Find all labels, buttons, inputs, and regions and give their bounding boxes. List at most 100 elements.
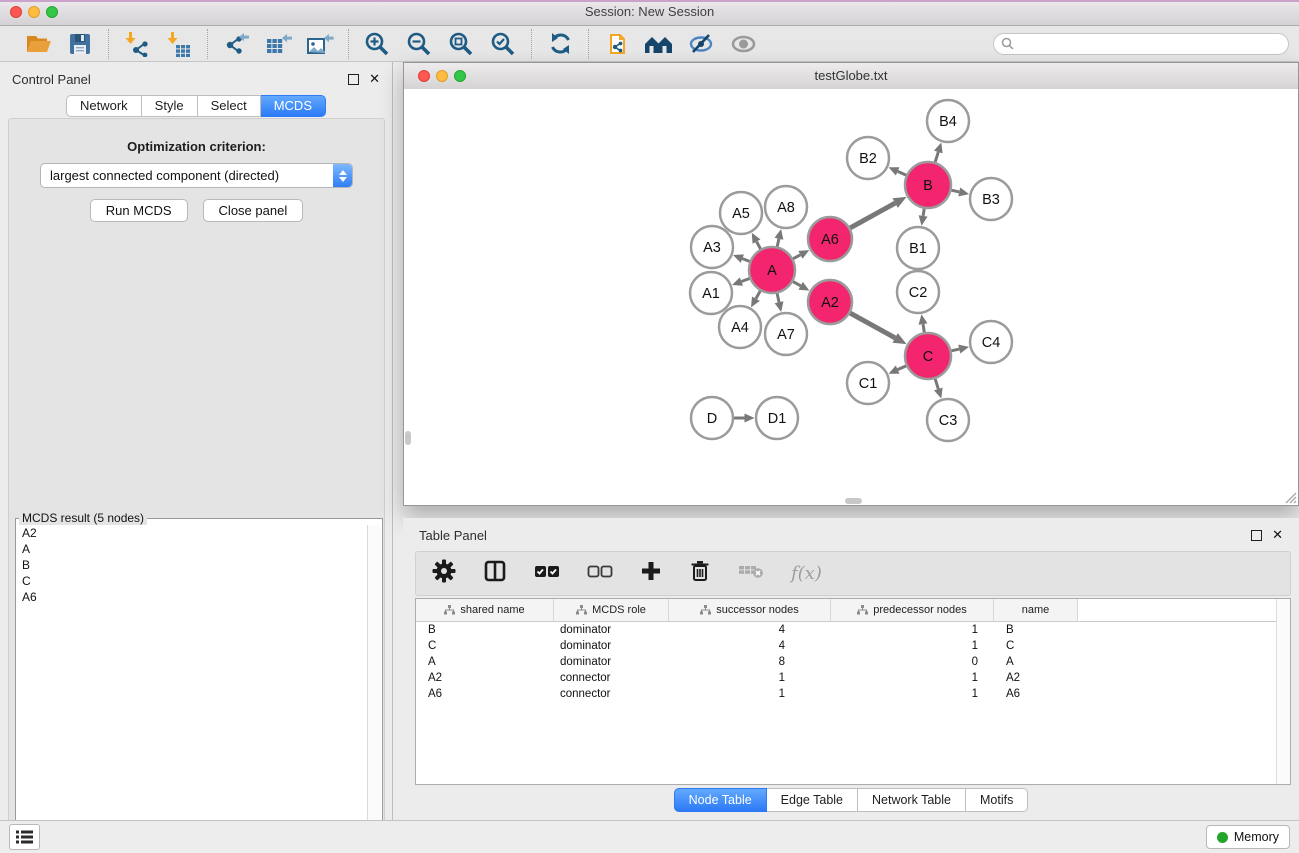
zoom-selected-icon[interactable]: [482, 29, 524, 59]
show-columns-icon[interactable]: [483, 559, 507, 588]
table-cell[interactable]: dominator: [554, 640, 669, 652]
graph-edge-A-A2[interactable]: [793, 282, 801, 286]
table-cell[interactable]: A: [994, 656, 1078, 668]
close-table-panel-icon[interactable]: ✕: [1272, 529, 1283, 541]
column-header-shared-name[interactable]: shared name: [416, 599, 554, 621]
column-header-MCDS-role[interactable]: MCDS role: [554, 599, 669, 621]
result-scrollbar[interactable]: [367, 525, 381, 848]
duplicate-network-icon[interactable]: [596, 29, 638, 59]
criterion-dropdown[interactable]: largest connected component (directed): [40, 163, 353, 188]
select-all-icon[interactable]: [534, 563, 560, 584]
graph-edge-C-C3[interactable]: [935, 379, 938, 389]
table-cell[interactable]: A2: [994, 672, 1078, 684]
tab-edge-table[interactable]: Edge Table: [767, 788, 858, 812]
save-session-icon[interactable]: [59, 29, 101, 59]
tab-motifs[interactable]: Motifs: [966, 788, 1028, 812]
table-cell[interactable]: 1: [831, 672, 994, 684]
table-cell[interactable]: C: [994, 640, 1078, 652]
column-header-successor-nodes[interactable]: successor nodes: [669, 599, 831, 621]
graph-edge-A-A7[interactable]: [777, 293, 779, 302]
tab-network-table[interactable]: Network Table: [858, 788, 966, 812]
table-cell[interactable]: 1: [669, 688, 831, 700]
mcds-result-list[interactable]: A2ABCA6: [17, 525, 368, 848]
table-cell[interactable]: A6: [994, 688, 1078, 700]
home-icon[interactable]: [638, 29, 680, 59]
tab-style[interactable]: Style: [142, 95, 198, 117]
zoom-out-icon[interactable]: [398, 29, 440, 59]
minimize-window-button[interactable]: [28, 6, 40, 18]
graph-edge-A-A6[interactable]: [793, 255, 800, 259]
network-close-button[interactable]: [418, 70, 430, 82]
graph-edge-A6-B[interactable]: [850, 203, 895, 228]
resize-grip-icon[interactable]: [1284, 491, 1297, 504]
delete-column-trash-icon[interactable]: [689, 559, 711, 588]
run-mcds-button[interactable]: Run MCDS: [90, 199, 188, 222]
open-session-icon[interactable]: [17, 29, 59, 59]
import-network-icon[interactable]: [116, 29, 158, 59]
add-column-icon[interactable]: [640, 560, 662, 587]
graph-edge-C-C2[interactable]: [923, 324, 924, 332]
table-cell[interactable]: connector: [554, 688, 669, 700]
graph-edge-A-A3[interactable]: [742, 259, 749, 262]
graph-edge-B-B4[interactable]: [935, 152, 938, 162]
zoom-fit-icon[interactable]: [440, 29, 482, 59]
table-cell[interactable]: 4: [669, 640, 831, 652]
table-cell[interactable]: 1: [831, 624, 994, 636]
export-network-icon[interactable]: [215, 29, 257, 59]
table-cell[interactable]: connector: [554, 672, 669, 684]
float-table-panel-icon[interactable]: [1251, 530, 1262, 541]
network-canvas[interactable]: B4B2BB3A5A8A6A3B1AA1C2A2A4A7CC4C1C3DD1: [404, 89, 1298, 505]
table-cell[interactable]: 1: [831, 688, 994, 700]
graph-edge-A-A5[interactable]: [757, 242, 761, 249]
export-image-icon[interactable]: [299, 29, 341, 59]
export-table-icon[interactable]: [257, 29, 299, 59]
import-table-icon[interactable]: [158, 29, 200, 59]
table-cell[interactable]: 4: [669, 624, 831, 636]
search-input[interactable]: [1018, 36, 1281, 52]
table-settings-gear-icon[interactable]: [432, 559, 456, 588]
table-row[interactable]: Adominator80A: [416, 654, 1290, 670]
graph-edge-A-A4[interactable]: [756, 291, 760, 299]
network-zoom-button[interactable]: [454, 70, 466, 82]
table-row[interactable]: A2connector11A2: [416, 670, 1290, 686]
close-panel-button[interactable]: Close panel: [203, 199, 304, 222]
show-eye-icon[interactable]: [722, 29, 764, 59]
tab-network[interactable]: Network: [66, 95, 142, 117]
float-panel-icon[interactable]: [348, 74, 359, 85]
column-header-predecessor-nodes[interactable]: predecessor nodes: [831, 599, 994, 621]
table-row[interactable]: Cdominator41C: [416, 638, 1290, 654]
table-cell[interactable]: B: [994, 624, 1078, 636]
table-cell[interactable]: B: [416, 624, 554, 636]
graph-edge-A-A1[interactable]: [741, 278, 749, 281]
graph-edge-B-B1[interactable]: [923, 209, 924, 216]
close-window-button[interactable]: [10, 6, 22, 18]
graph-edge-C-C1[interactable]: [898, 366, 906, 370]
zoom-in-icon[interactable]: [356, 29, 398, 59]
deselect-all-icon[interactable]: [587, 563, 613, 584]
table-cell[interactable]: A6: [416, 688, 554, 700]
table-scrollbar[interactable]: [1276, 599, 1290, 784]
table-cell[interactable]: 1: [831, 640, 994, 652]
table-cell[interactable]: A: [416, 656, 554, 668]
search-field[interactable]: [993, 33, 1289, 55]
graph-edge-A-A8[interactable]: [777, 239, 779, 247]
tab-select[interactable]: Select: [198, 95, 261, 117]
table-cell[interactable]: dominator: [554, 656, 669, 668]
refresh-layout-icon[interactable]: [539, 29, 581, 59]
close-panel-icon[interactable]: ✕: [369, 73, 380, 85]
table-cell[interactable]: C: [416, 640, 554, 652]
zoom-window-button[interactable]: [46, 6, 58, 18]
table-cell[interactable]: dominator: [554, 624, 669, 636]
hide-graphics-details-icon[interactable]: [680, 29, 722, 59]
table-row[interactable]: A6connector11A6: [416, 686, 1290, 702]
table-row[interactable]: Bdominator41B: [416, 622, 1290, 638]
memory-button[interactable]: Memory: [1206, 825, 1290, 849]
table-cell[interactable]: 0: [831, 656, 994, 668]
graph-edge-A2-C[interactable]: [850, 313, 895, 338]
table-cell[interactable]: 8: [669, 656, 831, 668]
vertical-scroll-thumb[interactable]: [405, 431, 411, 445]
horizontal-scroll-thumb[interactable]: [845, 498, 862, 504]
column-header-name[interactable]: name: [994, 599, 1078, 621]
network-graph[interactable]: B4B2BB3A5A8A6A3B1AA1C2A2A4A7CC4C1C3DD1: [404, 89, 1298, 505]
graph-edge-B-B2[interactable]: [898, 171, 906, 175]
